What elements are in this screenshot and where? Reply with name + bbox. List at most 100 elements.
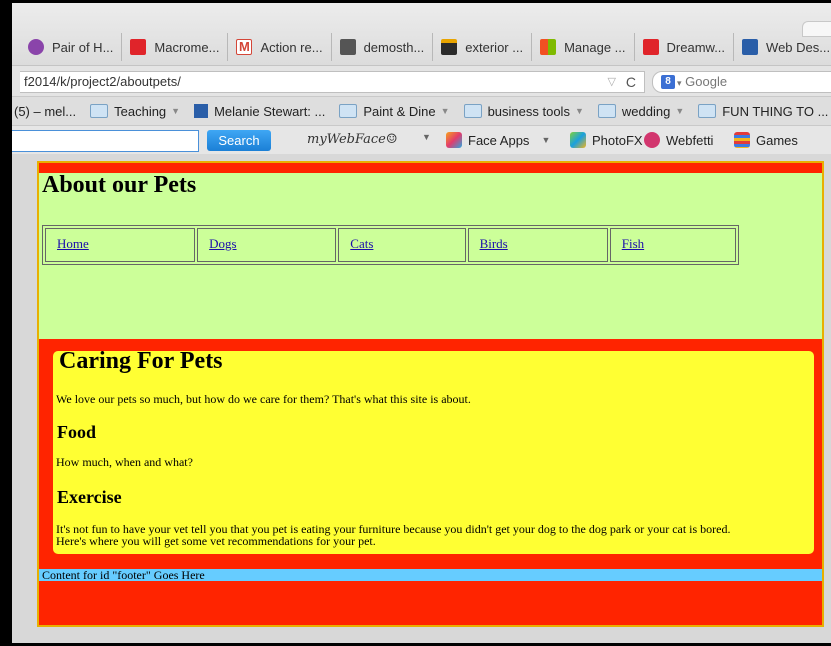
grid-icon bbox=[742, 39, 759, 55]
chevron-down-icon: ▼ bbox=[440, 106, 450, 116]
webfetti-label: Webfetti bbox=[666, 132, 714, 148]
nav-home[interactable]: Home bbox=[45, 228, 196, 262]
bookmarks-bar: (5) – mel... Teaching ▼ Melanie Stewart:… bbox=[12, 96, 831, 125]
intro-text: We love our pets so much, but how do we … bbox=[56, 392, 471, 406]
toolbar-search-button[interactable]: Search bbox=[207, 130, 271, 151]
bookmark-teaching[interactable]: Teaching ▼ bbox=[90, 104, 180, 119]
google-icon: 8 bbox=[661, 75, 675, 89]
search-engine-label: Google bbox=[685, 74, 728, 89]
bookmark-business-tools[interactable]: business tools ▼ bbox=[463, 103, 584, 119]
folder-icon bbox=[90, 104, 109, 118]
adobe-icon bbox=[642, 39, 659, 55]
peace-icon bbox=[28, 39, 44, 55]
mywebface-dropdown[interactable]: ▼ bbox=[422, 132, 431, 142]
face-apps-icon bbox=[446, 132, 462, 148]
search-engine-box[interactable]: 8 ▾ Google bbox=[652, 71, 831, 93]
chevron-down-icon: ▼ bbox=[541, 135, 551, 145]
games-label: Games bbox=[756, 132, 798, 148]
briefcase-icon bbox=[441, 39, 458, 55]
chevron-down-icon: ▼ bbox=[574, 106, 584, 116]
bookmark-label: wedding bbox=[621, 103, 671, 119]
photofx-button[interactable]: PhotoFX bbox=[570, 132, 643, 148]
nav-birds[interactable]: Birds bbox=[467, 228, 608, 262]
page-viewport: About our Pets Home Dogs Cats Birds Fish… bbox=[12, 154, 831, 643]
folder-icon bbox=[463, 104, 482, 118]
bookmark-paint-dine[interactable]: Paint & Dine ▼ bbox=[339, 103, 450, 119]
bookmark-melanie-stewart[interactable]: Melanie Stewart: ... bbox=[194, 104, 325, 119]
tab-action-required[interactable]: M Action re... bbox=[228, 33, 332, 61]
games-button[interactable]: Games bbox=[734, 132, 798, 148]
tab-web-design[interactable]: Web Des... bbox=[734, 33, 831, 61]
chevron-down-icon: ▼ bbox=[675, 106, 685, 116]
heart-icon bbox=[644, 132, 660, 148]
bookmark-label: (5) – mel... bbox=[14, 103, 77, 119]
chevron-down-icon: ▾ bbox=[677, 78, 682, 88]
exercise-text-continued: Here's where you will get some vet recom… bbox=[56, 534, 376, 548]
food-text: How much, when and what? bbox=[56, 455, 193, 469]
reload-icon[interactable]: C bbox=[626, 72, 636, 92]
url-text: f2014/k/project2/aboutpets/ bbox=[24, 74, 181, 89]
page-footer: Content for id "footer" Goes Here bbox=[39, 569, 822, 581]
page-container: About our Pets Home Dogs Cats Birds Fish… bbox=[37, 161, 824, 627]
tab-pair-of-h[interactable]: Pair of H... bbox=[12, 33, 123, 61]
microsoft-icon bbox=[540, 39, 557, 55]
photofx-label: PhotoFX bbox=[592, 132, 643, 148]
exercise-heading: Exercise bbox=[57, 487, 122, 507]
toolbar-search-input[interactable] bbox=[12, 130, 199, 152]
bookmark-label: Paint & Dine bbox=[363, 103, 436, 119]
photo-icon bbox=[339, 39, 356, 55]
nav-table: Home Dogs Cats Birds Fish bbox=[42, 225, 739, 265]
mywebface-logo[interactable]: myWebFace☺ bbox=[307, 132, 398, 147]
main-content: Caring For Pets We love our pets so much… bbox=[53, 348, 814, 554]
tab-demosthenes[interactable]: demosth... bbox=[332, 33, 434, 61]
tab-label: demosth... bbox=[363, 39, 425, 55]
tab-label: Macrome... bbox=[154, 39, 220, 55]
tab-label: Action re... bbox=[260, 39, 323, 55]
photofx-icon bbox=[570, 132, 586, 148]
face-apps-button[interactable]: Face Apps ▼ bbox=[446, 132, 550, 148]
bookmark-label: Teaching bbox=[114, 103, 167, 119]
bookmark-mel[interactable]: (5) – mel... bbox=[14, 104, 76, 119]
site-title: About our Pets bbox=[42, 172, 197, 198]
tab-macromedia[interactable]: Macrome... bbox=[122, 33, 229, 61]
gmail-icon: M bbox=[236, 39, 253, 55]
folder-icon bbox=[339, 104, 358, 118]
nav-fish[interactable]: Fish bbox=[609, 228, 736, 262]
nav-cats[interactable]: Cats bbox=[338, 228, 466, 262]
browser-window: Pair of H... Macrome... M Action re... d… bbox=[12, 3, 831, 643]
tab-exterior[interactable]: exterior ... bbox=[433, 33, 533, 61]
footer-text: Content for id "footer" Goes Here bbox=[42, 568, 205, 582]
tab-label: Dreamw... bbox=[666, 39, 726, 55]
tab-label: Web Des... bbox=[766, 39, 831, 55]
bookmark-fun-thing[interactable]: FUN THING TO ... ▼ bbox=[698, 104, 831, 119]
screenshot-frame-left bbox=[0, 0, 12, 646]
addon-toolbar: Search myWebFace☺ ▼ Face Apps ▼ PhotoFX … bbox=[12, 125, 831, 154]
games-icon bbox=[734, 132, 750, 148]
folder-icon bbox=[698, 104, 717, 118]
bookmark-label: FUN THING TO ... bbox=[722, 103, 829, 119]
tab-manage[interactable]: Manage ... bbox=[532, 33, 635, 61]
history-dropdown-icon[interactable]: ▽ bbox=[608, 72, 616, 92]
content-title: Caring For Pets bbox=[59, 348, 223, 374]
folder-icon bbox=[597, 104, 616, 118]
face-apps-label: Face Apps bbox=[468, 132, 530, 148]
chevron-down-icon: ▼ bbox=[422, 132, 431, 142]
tab-label: Manage ... bbox=[564, 39, 626, 55]
tabs-row: Pair of H... Macrome... M Action re... d… bbox=[12, 33, 831, 61]
chevron-down-icon: ▼ bbox=[171, 106, 181, 116]
address-bar[interactable]: f2014/k/project2/aboutpets/ ▽ C bbox=[20, 71, 645, 93]
tab-dreamweaver[interactable]: Dreamw... bbox=[635, 33, 735, 61]
bookmark-label: business tools bbox=[487, 103, 570, 119]
food-heading: Food bbox=[57, 422, 97, 442]
webfetti-button[interactable]: Webfetti bbox=[644, 132, 713, 148]
tab-label: Pair of H... bbox=[52, 39, 114, 55]
tab-label: exterior ... bbox=[465, 39, 524, 55]
adobe-icon bbox=[130, 39, 147, 55]
bookmark-wedding[interactable]: wedding ▼ bbox=[597, 103, 685, 119]
grid-icon bbox=[194, 104, 209, 118]
bookmark-label: Melanie Stewart: ... bbox=[214, 103, 326, 119]
navigation-bar: f2014/k/project2/aboutpets/ ▽ C 8 ▾ Googl… bbox=[12, 65, 831, 96]
nav-dogs[interactable]: Dogs bbox=[197, 228, 337, 262]
page-header: About our Pets Home Dogs Cats Birds Fish bbox=[39, 172, 822, 339]
tab-strip: Pair of H... Macrome... M Action re... d… bbox=[12, 3, 831, 65]
